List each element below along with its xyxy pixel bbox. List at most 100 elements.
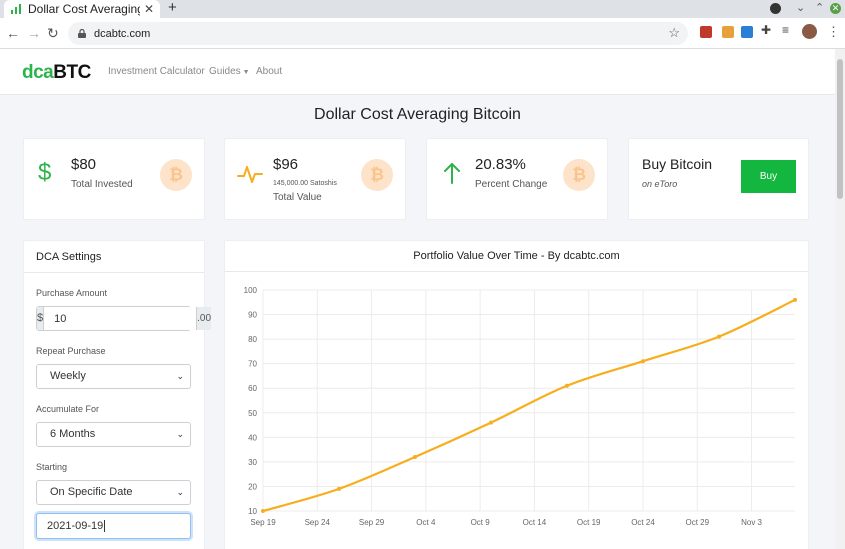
data-point [641,359,645,364]
percent-change-value: 20.83% [475,156,526,173]
back-icon[interactable]: ← [6,25,20,41]
data-point [413,454,417,459]
x-tick-label: Oct 24 [631,518,655,527]
site-logo[interactable]: dcaBTC [22,62,91,84]
record-icon[interactable] [770,3,781,14]
bitcoin-icon: ₿ [160,159,192,191]
close-tab-icon[interactable]: ✕ [144,2,154,16]
restore-icon[interactable]: ⌃ [815,1,824,14]
browser-tab-bar: Dollar Cost Averaging Bitcoin ✕ + ⌄ ⌃ ✕ [0,0,845,18]
data-point [489,420,493,425]
extensions-puzzle-icon[interactable]: ✚ [761,23,773,37]
purchase-amount-label: Purchase Amount [36,288,108,298]
chart-title: Portfolio Value Over Time - By dcabtc.co… [413,250,620,262]
chevron-down-icon: ⌄ [176,429,184,439]
y-tick-label: 20 [248,482,257,491]
pulse-icon [237,166,263,183]
starting-select[interactable]: On Specific Date ⌄ [36,480,191,505]
y-tick-label: 100 [244,286,258,295]
x-tick-label: Oct 19 [577,518,601,527]
data-point [793,297,797,302]
address-bar[interactable]: dcabtc.com ☆ [68,22,688,45]
dca-settings-title: DCA Settings [36,251,102,263]
repeat-purchase-label: Repeat Purchase [36,346,106,356]
y-tick-label: 80 [248,335,257,344]
page-title: Dollar Cost Averaging Bitcoin [314,106,521,123]
accumulate-for-label: Accumulate For [36,404,100,414]
browser-menu-icon[interactable]: ⋮ [827,24,840,40]
nav-about[interactable]: About [256,66,282,77]
browser-tab[interactable]: Dollar Cost Averaging Bitcoin ✕ [4,0,160,18]
page-scrollbar[interactable] [835,49,845,549]
buy-button[interactable]: Buy [741,160,796,193]
caret-down-icon: ▼ [240,69,250,76]
purchase-amount-input[interactable] [44,307,197,330]
y-tick-label: 30 [248,458,257,467]
nav-guides[interactable]: Guides ▼ [209,66,250,77]
chevron-down-icon: ⌄ [176,487,184,497]
portfolio-line-chart: 10 20 30 40 50 60 70 80 90 100 Sep 19 Sep 24 Sep 29 O… [244,286,797,527]
bookmark-star-icon[interactable]: ☆ [668,25,680,41]
x-tick-label: Sep 19 [250,518,276,527]
y-tick-label: 10 [248,507,257,516]
new-tab-button[interactable]: + [168,0,177,16]
total-value-amount: $96 [273,156,299,173]
chart-bars-icon [11,4,21,14]
data-point [261,509,265,513]
percent-change-label: Percent Change [475,179,548,190]
x-tick-label: Oct 9 [471,518,491,527]
minimize-icon[interactable]: ⌄ [796,1,805,14]
divider [24,272,204,273]
extension-shield-icon[interactable] [700,26,712,38]
chevron-down-icon: ⌄ [176,371,184,381]
y-tick-label: 50 [248,409,257,418]
text-caret [104,520,106,533]
accumulate-for-select[interactable]: 6 Months ⌄ [36,422,191,447]
dca-settings-panel: DCA Settings Purchase Amount $ .00 Repea… [23,240,212,549]
profile-avatar[interactable] [802,24,817,39]
x-tick-label: Sep 24 [305,518,331,527]
x-tick-label: Oct 29 [685,518,709,527]
portfolio-chart-card: Portfolio Value Over Time - By dcabtc.co… [224,240,809,549]
repeat-purchase-select[interactable]: Weekly ⌄ [36,364,191,389]
extension-blue-icon[interactable] [741,26,753,38]
y-tick-label: 40 [248,433,257,442]
divider [225,271,808,272]
scrollbar-thumb[interactable] [837,59,843,199]
forward-icon[interactable]: → [27,25,41,41]
tab-title: Dollar Cost Averaging Bitcoin [28,2,140,16]
x-tick-label: Oct 4 [416,518,436,527]
y-tick-label: 60 [248,384,257,393]
stat-card-invested: $ $80 Total Invested ₿ [23,138,205,220]
total-value-label: Total Value [273,192,322,203]
y-tick-label: 90 [248,311,257,320]
nav-investment-calculator[interactable]: Investment Calculator [108,66,205,77]
satoshis-text: 145,000.00 Satoshis [273,180,337,187]
stat-card-change: 20.83% Percent Change ₿ [426,138,608,220]
reload-icon[interactable]: ↻ [47,25,59,42]
url-text: dcabtc.com [94,27,151,40]
buy-bitcoin-card: Buy Bitcoin on eToro Buy [628,138,809,220]
currency-prefix: $ [37,307,45,330]
bitcoin-icon: ₿ [563,159,595,191]
reading-list-icon[interactable]: ≡ [782,23,794,37]
cents-suffix: .00 [196,307,212,330]
close-window-icon[interactable]: ✕ [830,3,841,14]
extension-tool-icon[interactable] [722,26,734,38]
site-header: dcaBTC Investment Calculator Guides ▼ Ab… [0,49,835,95]
y-tick-label: 70 [248,360,257,369]
page: dcaBTC Investment Calculator Guides ▼ Ab… [0,49,835,549]
arrow-up-icon [444,163,460,184]
etoro-text: on eToro [642,179,678,189]
dollar-icon: $ [38,159,52,186]
stat-card-total-value: $96 145,000.00 Satoshis Total Value ₿ [224,138,406,220]
total-invested-label: Total Invested [71,179,133,190]
starting-label: Starting [36,462,68,472]
start-date-input[interactable]: 2021-09-19 [36,513,191,539]
x-tick-label: Oct 14 [523,518,547,527]
bitcoin-icon: ₿ [361,159,393,191]
browser-toolbar: ← → ↻ dcabtc.com ☆ ✚ ≡ ⋮ [0,18,845,49]
portfolio-value-line [262,298,796,513]
x-tick-label: Nov 3 [741,518,762,527]
total-invested-value: $80 [71,156,97,173]
